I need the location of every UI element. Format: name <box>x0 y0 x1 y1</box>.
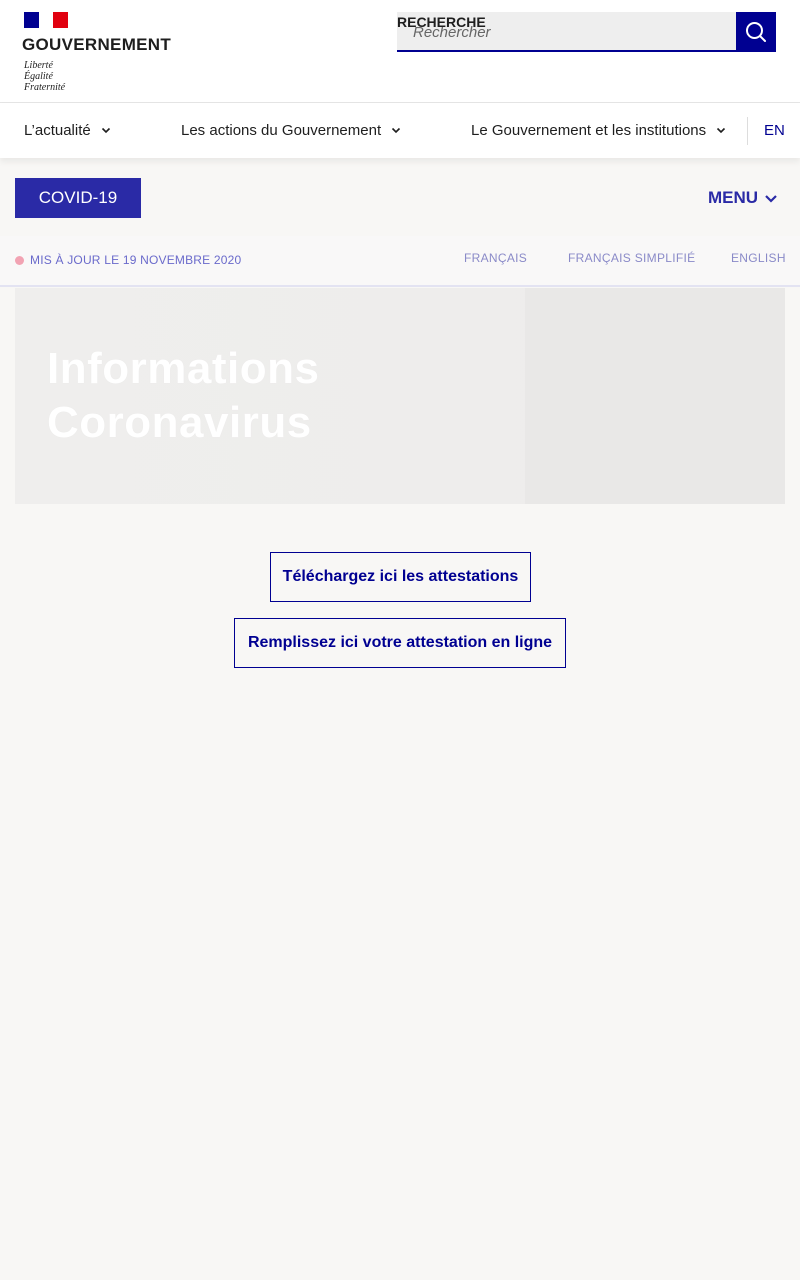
motto-egalite: Égalité <box>24 71 53 82</box>
lang-english[interactable]: ENGLISH <box>731 251 786 265</box>
menu-button[interactable]: MENU <box>708 186 778 210</box>
french-flag-logo[interactable] <box>24 12 69 28</box>
search-button[interactable] <box>736 12 776 52</box>
nav-item-label: Les actions du Gouvernement <box>181 122 382 139</box>
covid-bar: COVID-19 MENU <box>0 158 800 236</box>
hero-banner: Informations Coronavirus <box>15 288 785 504</box>
gov-name[interactable]: GOUVERNEMENT <box>22 35 171 55</box>
nav-item-actions[interactable]: Les actions du Gouvernement <box>181 103 401 158</box>
page-title: Informations Coronavirus <box>47 342 447 450</box>
motto-fraternite: Fraternité <box>24 82 66 93</box>
search-label: RECHERCHE <box>397 14 486 30</box>
fill-attestation-online-button[interactable]: Remplissez ici votre attestation en lign… <box>234 618 566 668</box>
main-nav: L’actualité Les actions du Gouvernement … <box>0 103 800 158</box>
update-notice: MIS À JOUR LE 19 NOVEMBRE 2020 <box>15 253 241 267</box>
site-header: GOUVERNEMENT Liberté Égalité Fraternité … <box>0 0 800 103</box>
menu-label: MENU <box>708 188 759 207</box>
chevron-down-icon <box>764 194 778 203</box>
republic-motto: Liberté Égalité Fraternité <box>24 60 65 93</box>
chevron-down-icon <box>101 126 111 136</box>
nav-item-actualite[interactable]: L’actualité <box>24 103 111 158</box>
update-language-bar: MIS À JOUR LE 19 NOVEMBRE 2020 FRANÇAIS … <box>0 236 800 287</box>
lang-francais-simplifie[interactable]: FRANÇAIS SIMPLIFIÉ <box>568 251 695 265</box>
covid-19-button[interactable]: COVID-19 <box>15 178 141 218</box>
nav-item-label: Le Gouvernement et les institutions <box>471 122 707 139</box>
chevron-down-icon <box>391 126 401 136</box>
lang-switch-en[interactable]: EN <box>764 103 785 158</box>
nav-item-institutions[interactable]: Le Gouvernement et les institutions <box>471 103 726 158</box>
motto-liberte: Liberté <box>24 60 53 71</box>
title-line-1: Informations <box>47 344 320 393</box>
nav-divider <box>747 117 748 145</box>
download-attestations-button[interactable]: Téléchargez ici les attestations <box>270 552 531 602</box>
nav-item-label: L’actualité <box>24 122 91 139</box>
status-dot-icon <box>15 255 24 265</box>
chevron-down-icon <box>716 126 726 136</box>
lang-francais[interactable]: FRANÇAIS <box>464 251 527 265</box>
update-text: MIS À JOUR LE 19 NOVEMBRE 2020 <box>30 253 242 267</box>
title-line-2: Coronavirus <box>47 398 312 447</box>
search-icon <box>745 21 767 43</box>
